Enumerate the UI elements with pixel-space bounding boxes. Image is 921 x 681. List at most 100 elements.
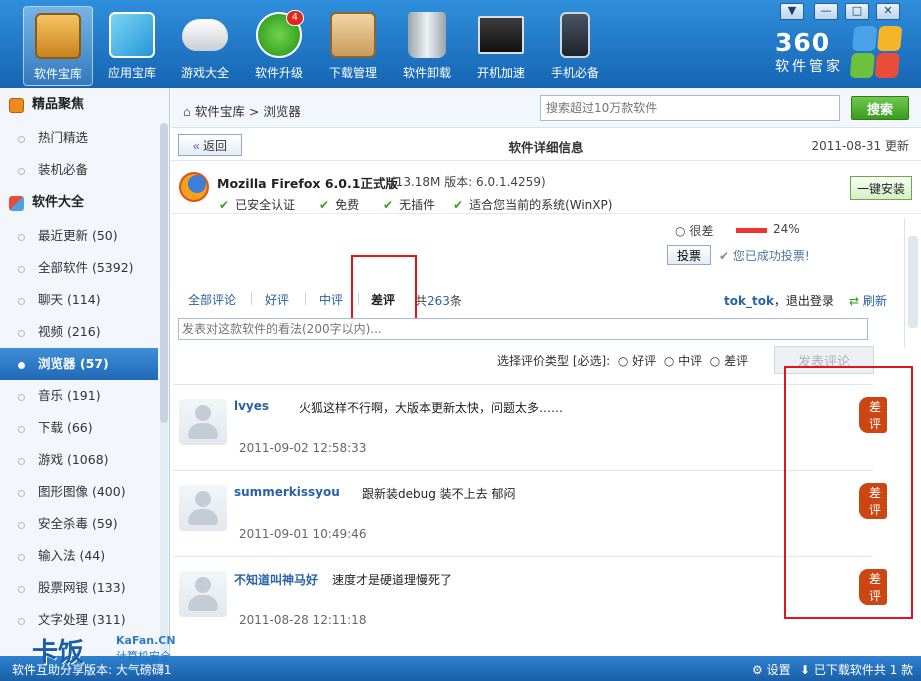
vote-option-very-bad[interactable]: ○ 很差 bbox=[675, 222, 713, 239]
tag-certified: 已安全认证 bbox=[219, 196, 295, 213]
check-circle-icon: ✔ bbox=[719, 249, 730, 263]
tool-software-library[interactable]: 软件宝库 bbox=[23, 6, 93, 86]
radio-good[interactable]: ○ 好评 bbox=[614, 354, 656, 368]
watermark-site: KaFan.CN bbox=[116, 634, 176, 647]
tool-app-library[interactable]: 应用宝库 bbox=[97, 6, 167, 86]
tool-download-manager[interactable]: 下载管理 bbox=[318, 6, 388, 86]
home-icon: ⌂ bbox=[183, 104, 191, 119]
comment-user[interactable]: lvyes bbox=[234, 399, 269, 413]
tool-upgrade[interactable]: 4 软件升级 bbox=[244, 6, 314, 86]
maximize-button[interactable]: □ bbox=[845, 3, 869, 20]
brand-subtitle: 软件管家 bbox=[775, 59, 843, 75]
sidebar-item-games[interactable]: 游戏 (1068) bbox=[0, 444, 169, 476]
tag-no-plugin: 无插件 bbox=[383, 196, 435, 213]
sidebar-item-graphics[interactable]: 图形图像 (400) bbox=[0, 476, 169, 508]
highlight-box-badges bbox=[784, 366, 913, 619]
mobile-phone-icon bbox=[560, 12, 590, 58]
radio-icon: ○ bbox=[675, 224, 686, 238]
tag-compatible: 适合您当前的系统(WinXP) bbox=[453, 196, 612, 213]
search-input[interactable] bbox=[540, 95, 840, 121]
grid-icon bbox=[9, 196, 24, 211]
settings-button[interactable]: ⚙ 设置 bbox=[752, 661, 791, 678]
sidebar-scrollbar[interactable] bbox=[160, 123, 168, 653]
sidebar-item-input-method[interactable]: 输入法 (44) bbox=[0, 540, 169, 572]
username-link[interactable]: tok_tok bbox=[724, 294, 774, 308]
tab-neutral-reviews[interactable]: 中评 bbox=[319, 291, 343, 308]
tool-startup-boost[interactable]: 开机加速 bbox=[466, 6, 536, 86]
one-click-install-button[interactable]: 一键安装 bbox=[850, 176, 912, 200]
vote-section: ○ 很差 24% 投票 ✔ 您已成功投票! bbox=[171, 216, 916, 266]
sidebar-item-all[interactable]: 全部软件 (5392) bbox=[0, 252, 169, 284]
close-button[interactable]: ✕ bbox=[876, 3, 900, 20]
content-scrollbar[interactable] bbox=[904, 218, 920, 348]
360-logo-icon bbox=[849, 26, 903, 78]
sidebar-item-security[interactable]: 安全杀毒 (59) bbox=[0, 508, 169, 540]
refresh-link[interactable]: ⇄ 刷新 bbox=[849, 292, 887, 309]
comment-item: lvyes 火狐这样不行啊，大版本更新太快，问题太多…… 2011-09-02 … bbox=[173, 384, 888, 470]
sidebar-item-music[interactable]: 音乐 (191) bbox=[0, 380, 169, 412]
logout-link[interactable]: ，退出登录 bbox=[774, 294, 834, 308]
sidebar-item-chat[interactable]: 聊天 (114) bbox=[0, 284, 169, 316]
tab-divider bbox=[251, 292, 252, 305]
detail-title-bar: « 返回 软件详细信息 2011-08-31 更新 bbox=[171, 129, 921, 161]
comment-user[interactable]: 不知道叫神马好 bbox=[234, 571, 318, 588]
user-info: tok_tok，退出登录 bbox=[724, 292, 834, 309]
sidebar-item-hot-picks[interactable]: 热门精选 bbox=[0, 122, 169, 154]
vote-percent: 24% bbox=[773, 222, 800, 236]
search-button[interactable]: 搜索 bbox=[851, 96, 909, 120]
sidebar-item-recent[interactable]: 最近更新 (50) bbox=[0, 220, 169, 252]
comment-item: summerkissyou 跟新装debug 装不上去 郁闷 2011-09-0… bbox=[173, 470, 888, 556]
vote-percent-bar bbox=[736, 228, 767, 233]
sidebar-item-browser[interactable]: 浏览器 (57) bbox=[0, 348, 158, 380]
startup-terminal-icon bbox=[478, 16, 524, 54]
radio-neutral[interactable]: ○ 中评 bbox=[660, 354, 702, 368]
kafan-watermark: 卡饭 KaFan.CN 计算机安全 bbox=[32, 632, 182, 670]
breadcrumb-current: 浏览器 bbox=[263, 104, 301, 119]
upgrade-count-badge: 4 bbox=[285, 10, 304, 26]
app-name: Mozilla Firefox 6.0.1正式版 bbox=[217, 176, 398, 191]
brand-name: 360 bbox=[775, 28, 831, 57]
tab-divider bbox=[305, 292, 306, 305]
tag-free: 免费 bbox=[319, 196, 359, 213]
sidebar-item-download[interactable]: 下载 (66) bbox=[0, 412, 169, 444]
breadcrumb-root[interactable]: 软件宝库 bbox=[195, 104, 245, 119]
menu-button[interactable]: ▼ bbox=[780, 3, 804, 20]
section-featured[interactable]: 精品聚焦 bbox=[0, 88, 169, 122]
downloaded-count-button[interactable]: ⬇ 已下载软件共 1 款 bbox=[800, 661, 913, 678]
comment-text: 跟新装debug 装不上去 郁闷 bbox=[362, 487, 516, 501]
comment-user[interactable]: summerkissyou bbox=[234, 485, 340, 499]
comment-type-selector: 选择评价类型 [必选]: ○ 好评 ○ 中评 ○ 差评 bbox=[497, 354, 749, 368]
minimize-button[interactable]: — bbox=[814, 3, 838, 20]
comment-time: 2011-08-28 12:11:18 bbox=[239, 613, 367, 627]
gear-icon: ⚙ bbox=[752, 663, 763, 677]
tab-all-reviews[interactable]: 全部评论 bbox=[188, 291, 236, 308]
main-panel: ⌂ 软件宝库 > 浏览器 搜索 « 返回 软件详细信息 2011-08-31 更… bbox=[171, 88, 921, 656]
tab-good-reviews[interactable]: 好评 bbox=[265, 291, 289, 308]
content-scroll-thumb[interactable] bbox=[908, 236, 918, 328]
tool-games[interactable]: 游戏大全 bbox=[170, 6, 240, 86]
review-tabs: 全部评论 好评 中评 差评 共263条 tok_tok，退出登录 ⇄ 刷新 bbox=[171, 288, 916, 312]
vote-button[interactable]: 投票 bbox=[667, 245, 711, 265]
sidebar-scroll-thumb[interactable] bbox=[160, 123, 168, 423]
sidebar-item-video[interactable]: 视频 (216) bbox=[0, 316, 169, 348]
watermark-tagline: 计算机安全 bbox=[116, 650, 171, 663]
breadcrumb-bar: ⌂ 软件宝库 > 浏览器 搜索 bbox=[171, 88, 921, 128]
highlight-box-tab bbox=[351, 255, 417, 327]
radio-bad[interactable]: ○ 差评 bbox=[706, 354, 748, 368]
gamepad-icon bbox=[182, 19, 228, 51]
sidebar-item-stocks[interactable]: 股票网银 (133) bbox=[0, 572, 169, 604]
app-store-icon bbox=[109, 12, 155, 58]
tool-mobile[interactable]: 手机必备 bbox=[540, 6, 610, 86]
detail-title: 软件详细信息 bbox=[508, 140, 584, 155]
avatar bbox=[179, 399, 227, 445]
avatar bbox=[179, 571, 227, 617]
app-info: Mozilla Firefox 6.0.1正式版 (13.18M 版本: 6.0… bbox=[171, 162, 921, 214]
avatar bbox=[179, 485, 227, 531]
category-sidebar: 精品聚焦 热门精选 装机必备 软件大全 最近更新 (50) 全部软件 (5392… bbox=[0, 88, 170, 656]
breadcrumb-separator: > bbox=[248, 104, 260, 119]
section-all-software[interactable]: 软件大全 bbox=[0, 186, 169, 220]
download-arrow-icon: ⬇ bbox=[800, 663, 811, 677]
sidebar-item-essentials[interactable]: 装机必备 bbox=[0, 154, 169, 186]
comment-input[interactable] bbox=[178, 318, 868, 340]
tool-uninstall[interactable]: 软件卸载 bbox=[392, 6, 462, 86]
